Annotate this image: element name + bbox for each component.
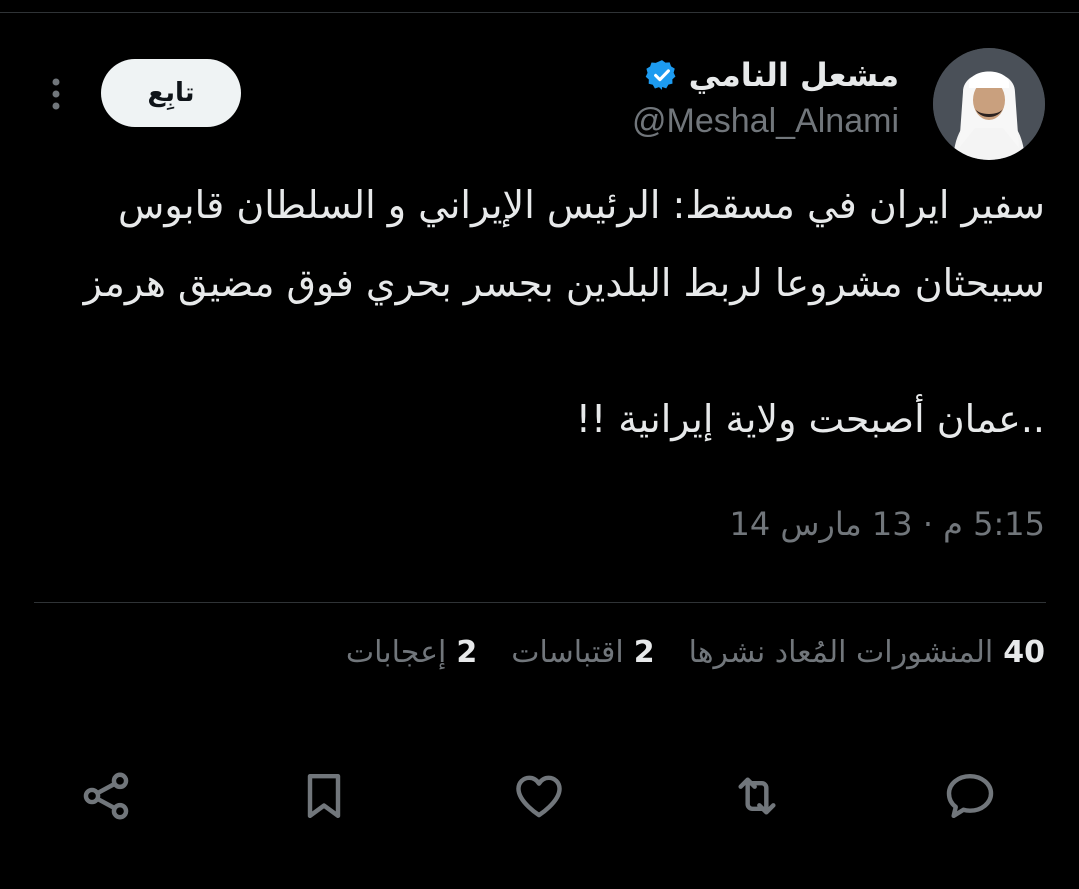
- display-name-row: مشعل النامي: [645, 56, 899, 94]
- stat-count: 2: [633, 635, 655, 670]
- tweet-timestamp[interactable]: 5:15 م · 13 مارس 14: [729, 505, 1045, 543]
- stats-divider: [34, 602, 1046, 603]
- action-bar: [0, 760, 1079, 832]
- tweet-header: مشعل النامي @Meshal_Alnami تابِع: [0, 40, 1079, 170]
- like-icon[interactable]: [503, 760, 575, 832]
- reply-icon[interactable]: [934, 760, 1006, 832]
- more-vertical-icon[interactable]: [44, 76, 68, 112]
- quotes-stat[interactable]: 2 اقتباسات: [511, 635, 654, 670]
- author-handle[interactable]: @Meshal_Alnami: [632, 102, 899, 141]
- tweet-line: سفير ايران في مسقط: الرئيس الإيراني و ال…: [117, 183, 1045, 227]
- stat-label: اقتباسات: [511, 635, 624, 670]
- tweet-line: سيبحثان مشروعا لربط البلدين بجسر بحري فو…: [83, 261, 1045, 305]
- stat-count: 2: [456, 635, 478, 670]
- verified-badge-icon: [645, 58, 679, 92]
- retweet-icon[interactable]: [721, 760, 793, 832]
- likes-stat[interactable]: 2 إعجابات: [346, 635, 477, 670]
- stat-label: إعجابات: [345, 635, 447, 670]
- tweet-text: سفير ايران في مسقط: الرئيس الإيراني و ال…: [35, 176, 1045, 448]
- tweet-line: ..عمان أصبحت ولاية إيرانية !!: [575, 397, 1045, 441]
- retweets-stat[interactable]: 40 المنشورات المُعاد نشرها: [689, 635, 1045, 670]
- share-icon[interactable]: [70, 760, 142, 832]
- engagement-stats: 40 المنشورات المُعاد نشرها 2 اقتباسات 2 …: [346, 635, 1045, 670]
- top-divider: [0, 12, 1079, 13]
- follow-button[interactable]: تابِع: [101, 59, 241, 127]
- avatar[interactable]: [933, 48, 1045, 160]
- avatar-photo: [933, 48, 1045, 160]
- stat-count: 40: [1003, 635, 1045, 670]
- display-name[interactable]: مشعل النامي: [689, 56, 899, 94]
- bookmark-icon[interactable]: [288, 760, 360, 832]
- stat-label: المنشورات المُعاد نشرها: [688, 635, 994, 670]
